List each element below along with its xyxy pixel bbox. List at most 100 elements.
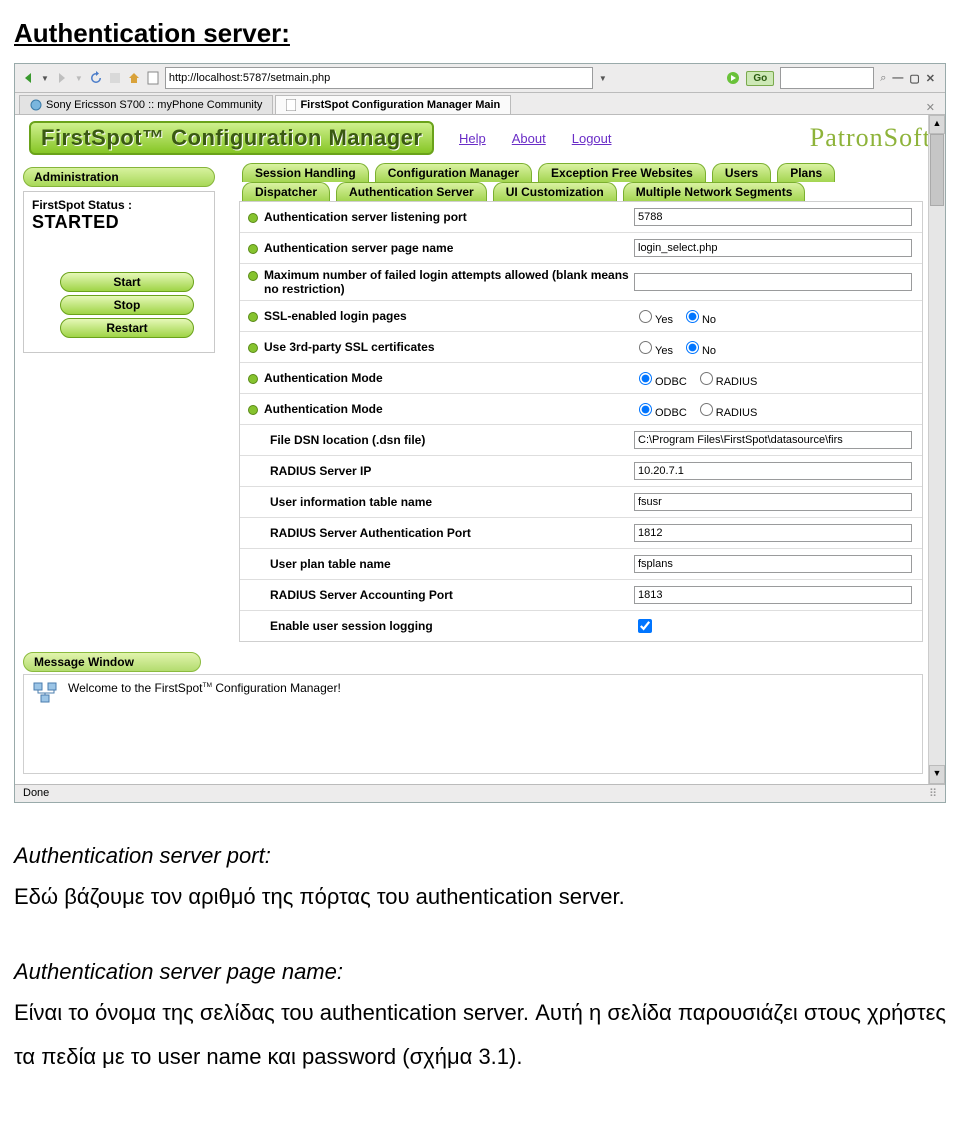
radio-option[interactable]: RADIUS xyxy=(695,407,758,419)
bullet-icon xyxy=(248,244,258,254)
setting-label: User plan table name xyxy=(244,557,634,571)
radio-option[interactable]: ODBC xyxy=(634,376,687,388)
setting-row: File DSN location (.dsn file) xyxy=(240,425,922,456)
bullet-icon xyxy=(248,312,258,322)
setting-label: User information table name xyxy=(244,495,634,509)
minimize-icon[interactable]: — xyxy=(892,72,903,85)
scroll-up-icon[interactable]: ▲ xyxy=(929,115,945,134)
logout-link[interactable]: Logout xyxy=(572,131,612,146)
bullet-icon xyxy=(248,405,258,415)
tab-close-icon[interactable]: ✕ xyxy=(920,101,941,114)
setting-row: User plan table name xyxy=(240,549,922,580)
page-content: ▲ ▼ FirstSpot™ Configuration Manager Hel… xyxy=(15,115,945,784)
home-icon[interactable] xyxy=(127,71,141,85)
setting-row: Authentication server listening port xyxy=(240,202,922,233)
setting-label: RADIUS Server Authentication Port xyxy=(244,526,634,540)
radio-option[interactable]: RADIUS xyxy=(695,376,758,388)
bullet-icon xyxy=(248,374,258,384)
scroll-down-icon[interactable]: ▼ xyxy=(929,765,945,784)
browser-toolbar: ▼ ▼ ▼ Go ⌕ — ▢ ✕ xyxy=(15,64,945,93)
tab-plans[interactable]: Plans xyxy=(777,163,835,182)
browser-window: ▼ ▼ ▼ Go ⌕ — ▢ ✕ Sony Ericsson S700 :: m… xyxy=(14,63,946,803)
setting-label: Enable user session logging xyxy=(244,619,634,633)
reload-icon[interactable] xyxy=(89,71,103,85)
status-value: STARTED xyxy=(32,212,206,233)
search-input[interactable] xyxy=(780,67,874,89)
message-header: Message Window xyxy=(23,652,201,672)
status-text: Done xyxy=(23,787,49,800)
setting-input[interactable] xyxy=(634,555,912,573)
tab-dispatcher[interactable]: Dispatcher xyxy=(242,182,330,201)
go-button[interactable]: Go xyxy=(746,71,774,86)
stop-button[interactable]: Stop xyxy=(60,295,194,315)
dropdown-icon[interactable]: ▼ xyxy=(41,74,49,83)
dropdown-icon[interactable]: ▼ xyxy=(599,74,607,83)
radio-option[interactable]: Yes xyxy=(634,345,673,357)
url-input[interactable] xyxy=(165,67,593,89)
setting-label: File DSN location (.dsn file) xyxy=(244,433,634,447)
status-bar: Done ⠿ xyxy=(15,784,945,802)
bullet-icon xyxy=(248,343,258,353)
tab-exception-websites[interactable]: Exception Free Websites xyxy=(538,163,706,182)
setting-checkbox[interactable] xyxy=(638,619,652,633)
setting-label: RADIUS Server Accounting Port xyxy=(244,588,634,602)
resize-grip-icon[interactable]: ⠿ xyxy=(929,787,937,800)
radio-option[interactable]: No xyxy=(681,345,716,357)
help-link[interactable]: Help xyxy=(459,131,486,146)
maximize-icon[interactable]: ▢ xyxy=(909,72,919,85)
setting-input[interactable] xyxy=(634,462,912,480)
forward-icon[interactable] xyxy=(55,71,69,85)
setting-label: Maximum number of failed login attempts … xyxy=(244,268,634,296)
search-icon[interactable]: ⌕ xyxy=(880,72,886,85)
status-label: FirstSpot Status : xyxy=(32,198,206,212)
radio-option[interactable]: ODBC xyxy=(634,407,687,419)
tab-users[interactable]: Users xyxy=(712,163,771,182)
tab-ui-custom[interactable]: UI Customization xyxy=(493,182,617,201)
tab-network-segments[interactable]: Multiple Network Segments xyxy=(623,182,806,201)
setting-row: Authentication ModeODBCRADIUS xyxy=(240,363,922,394)
restart-button[interactable]: Restart xyxy=(60,318,194,338)
settings-panel: Authentication server listening port Auth… xyxy=(239,201,923,642)
setting-input[interactable] xyxy=(634,208,912,226)
setting-input[interactable] xyxy=(634,493,912,511)
network-icon xyxy=(32,681,60,708)
setting-input[interactable] xyxy=(634,239,912,257)
setting-label: RADIUS Server IP xyxy=(244,464,634,478)
radio-option[interactable]: Yes xyxy=(634,314,673,326)
admin-header: Administration xyxy=(23,167,215,187)
page-icon xyxy=(286,99,296,111)
go-icon xyxy=(726,71,740,85)
setting-row: Authentication ModeODBC RADIUS xyxy=(240,394,922,425)
tab-label: FirstSpot Configuration Manager Main xyxy=(300,99,500,111)
stop-icon[interactable] xyxy=(109,72,121,84)
setting-input[interactable] xyxy=(634,524,912,542)
section-body: Είναι το όνομα της σελίδας του authentic… xyxy=(14,991,946,1079)
tab-auth-server[interactable]: Authentication Server xyxy=(336,182,487,201)
setting-row: Maximum number of failed login attempts … xyxy=(240,264,922,301)
section-heading: Authentication server port: xyxy=(14,843,946,869)
setting-input[interactable] xyxy=(634,431,912,449)
setting-input[interactable] xyxy=(634,586,912,604)
bullet-icon xyxy=(248,213,258,223)
close-icon[interactable]: ✕ xyxy=(926,72,935,85)
browser-tab[interactable]: FirstSpot Configuration Manager Main xyxy=(275,95,511,114)
message-text: Welcome to the FirstSpotTM Configuration… xyxy=(68,681,341,695)
back-icon[interactable] xyxy=(21,71,35,85)
brand-name: PatronSoft xyxy=(810,123,931,153)
start-button[interactable]: Start xyxy=(60,272,194,292)
tab-session-handling[interactable]: Session Handling xyxy=(242,163,369,182)
section-body: Εδώ βάζουμε τον αριθμό της πόρτας του au… xyxy=(14,875,946,919)
browser-tab[interactable]: Sony Ericsson S700 :: myPhone Community xyxy=(19,95,273,114)
setting-label: Authentication server page name xyxy=(244,241,634,255)
globe-icon xyxy=(30,99,42,111)
document-title: Authentication server: xyxy=(14,18,946,49)
status-panel: FirstSpot Status : STARTED Start Stop Re… xyxy=(23,191,215,353)
setting-label: Use 3rd-party SSL certificates xyxy=(244,340,634,354)
about-link[interactable]: About xyxy=(512,131,546,146)
radio-option[interactable]: No xyxy=(681,314,716,326)
tab-config-manager[interactable]: Configuration Manager xyxy=(375,163,532,182)
setting-label: Authentication server listening port xyxy=(244,210,634,224)
message-body: Welcome to the FirstSpotTM Configuration… xyxy=(23,674,923,774)
setting-label: Authentication Mode xyxy=(244,402,634,416)
setting-input[interactable] xyxy=(634,273,912,291)
